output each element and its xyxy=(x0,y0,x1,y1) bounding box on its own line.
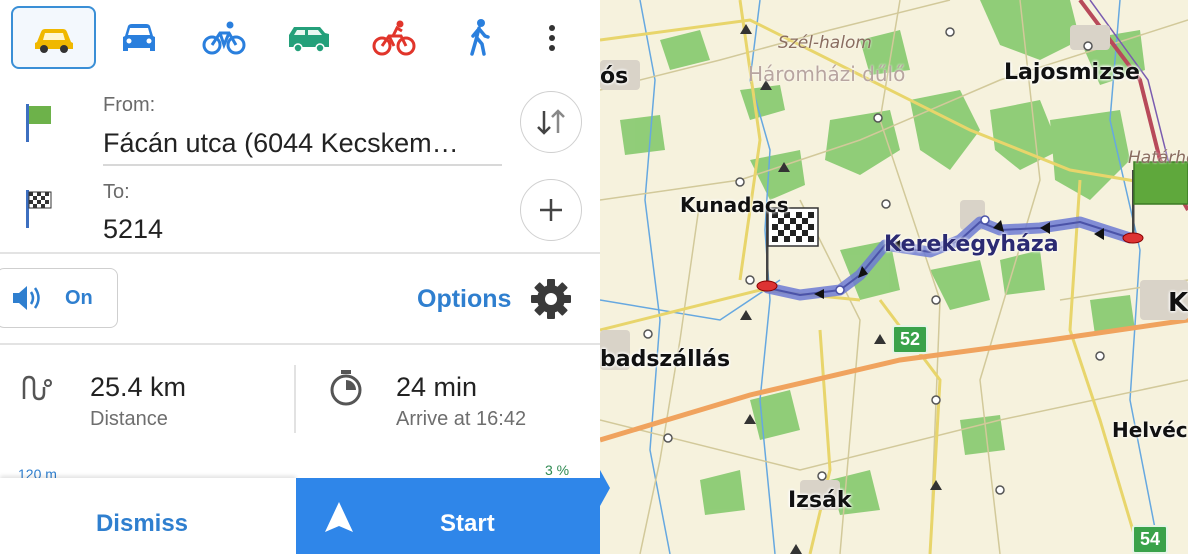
more-vertical-icon xyxy=(549,24,555,51)
car-front-icon xyxy=(122,23,155,51)
stopwatch-icon xyxy=(330,370,362,406)
road-number-shield: 54 xyxy=(1132,525,1169,554)
navigation-arrow-icon xyxy=(325,502,353,532)
area-label: Szél-halom xyxy=(778,33,872,53)
mode-car-front-button[interactable] xyxy=(96,6,181,69)
time-value: 24 min xyxy=(396,372,478,402)
dismiss-button[interactable]: Dismiss xyxy=(0,478,296,554)
from-field[interactable]: Fácán utca (6044 Kecskem… xyxy=(103,128,503,159)
dismiss-label: Dismiss xyxy=(95,510,189,537)
stats-divider xyxy=(294,365,296,433)
car-icon xyxy=(34,28,73,53)
voice-label: On xyxy=(65,287,93,309)
pedestrian-icon xyxy=(469,18,490,56)
route-stats: 25.4 km Distance 24 min Arrive at 16:42 xyxy=(0,345,600,465)
map-view[interactable]: Szél-halom Háromházi dűlő Határho Lajosm… xyxy=(600,0,1188,554)
swap-button[interactable] xyxy=(520,91,582,153)
area-label: Határho xyxy=(1128,148,1188,168)
distance-value: 25.4 km xyxy=(90,372,187,402)
bicycle-icon xyxy=(202,21,245,54)
more-menu-button[interactable] xyxy=(530,6,574,69)
place-label: Izsák xyxy=(788,488,852,513)
arrival-label: Arrive at 16:42 xyxy=(396,408,527,430)
finish-flag-icon xyxy=(26,190,52,228)
place-label: Lajosmizse xyxy=(1004,60,1140,85)
start-flag-marker xyxy=(1122,161,1188,244)
action-bar: Dismiss Start xyxy=(0,478,600,554)
swap-arrows-icon xyxy=(537,109,565,135)
location-edge-marker xyxy=(600,470,610,506)
place-label: badszállás xyxy=(600,347,731,372)
road-number-shield: 52 xyxy=(892,325,929,354)
place-label: K xyxy=(1168,288,1188,318)
suv-icon xyxy=(288,26,329,53)
cyclist-icon xyxy=(372,20,415,55)
to-field[interactable]: 5214 xyxy=(103,214,503,245)
speaker-icon xyxy=(13,286,40,310)
plus-icon xyxy=(540,199,562,221)
mode-bicycle-button[interactable] xyxy=(181,6,266,69)
route-fields: From: Fácán utca (6044 Kecskem… To: 5214 xyxy=(0,78,600,253)
add-waypoint-button[interactable] xyxy=(520,179,582,241)
place-label: Kunadacs xyxy=(680,193,789,217)
area-label: Háromházi dűlő xyxy=(748,62,906,86)
route-planner-panel: From: Fácán utca (6044 Kecskem… To: 5214 xyxy=(0,0,600,554)
mode-cyclist-button[interactable] xyxy=(351,6,436,69)
voice-toggle-button[interactable]: On xyxy=(0,268,118,328)
mode-walk-button[interactable] xyxy=(436,6,521,69)
divider xyxy=(0,252,600,254)
place-label: Helvéc xyxy=(1112,418,1188,442)
from-underline xyxy=(103,164,502,166)
finish-flag-marker xyxy=(756,207,819,292)
start-label: Start xyxy=(440,510,495,537)
options-button[interactable]: Options xyxy=(417,285,511,314)
mode-car-button[interactable] xyxy=(11,6,96,69)
place-label: ós xyxy=(600,64,629,89)
start-flag-icon xyxy=(26,104,51,142)
transport-mode-bar xyxy=(0,0,600,78)
distance-icon xyxy=(22,375,52,401)
distance-label: Distance xyxy=(90,408,168,430)
to-label: To: xyxy=(103,181,130,203)
from-label: From: xyxy=(103,94,156,116)
mode-suv-button[interactable] xyxy=(266,6,351,69)
gear-icon[interactable] xyxy=(530,278,572,320)
place-label: Kerekegyháza xyxy=(884,232,1059,257)
slope-label: 3 % xyxy=(545,462,570,478)
